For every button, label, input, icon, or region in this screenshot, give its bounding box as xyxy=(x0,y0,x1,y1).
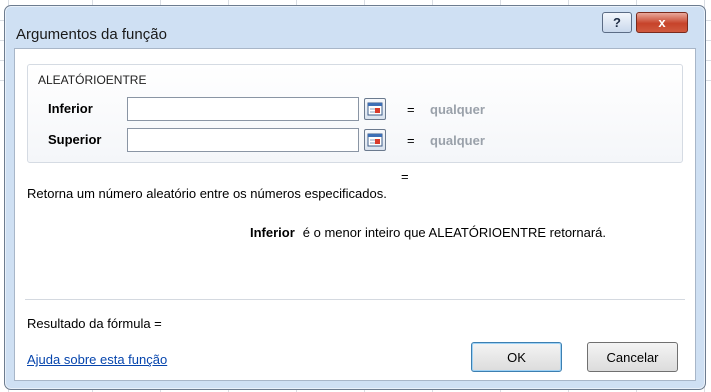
collapse-dialog-button-inferior[interactable] xyxy=(364,98,386,120)
close-icon: x xyxy=(658,15,666,30)
collapse-dialog-icon xyxy=(367,102,383,116)
collapse-dialog-button-superior[interactable] xyxy=(364,129,386,151)
function-name: ALEATÓRIOENTRE xyxy=(38,73,147,87)
dialog-content: ALEATÓRIOENTRE Inferior = qualquer Super… xyxy=(14,48,696,381)
cancel-button[interactable]: Cancelar xyxy=(587,342,678,372)
function-group-box: ALEATÓRIOENTRE Inferior = qualquer Super… xyxy=(27,64,683,163)
arg-value-superior: qualquer xyxy=(430,133,485,148)
collapse-dialog-icon xyxy=(367,133,383,147)
argument-description-name: Inferior xyxy=(250,225,295,240)
argument-description-text: é o menor inteiro que ALEATÓRIOENTRE ret… xyxy=(302,225,607,240)
question-mark-icon: ? xyxy=(613,15,621,30)
function-result-equals: = xyxy=(401,169,409,184)
arg-label-superior: Superior xyxy=(48,132,102,147)
dialog-title: Argumentos da função xyxy=(16,26,167,43)
divider xyxy=(25,299,685,300)
close-button[interactable]: x xyxy=(636,12,688,33)
arg-equals-superior: = xyxy=(407,133,415,148)
function-help-link[interactable]: Ajuda sobre esta função xyxy=(27,352,167,367)
superior-input[interactable] xyxy=(127,128,359,152)
arg-label-inferior: Inferior xyxy=(48,101,93,116)
arg-equals-inferior: = xyxy=(407,102,415,117)
function-description: Retorna um número aleatório entre os núm… xyxy=(27,186,387,201)
help-title-button[interactable]: ? xyxy=(602,12,632,33)
arg-value-inferior: qualquer xyxy=(430,102,485,117)
argument-description: Inferior é o menor inteiro que ALEATÓRIOE… xyxy=(250,225,606,240)
formula-result-label: Resultado da fórmula = xyxy=(27,316,162,331)
function-arguments-dialog: Argumentos da função ? x ALEATÓRIOENTRE … xyxy=(4,5,706,390)
inferior-input[interactable] xyxy=(127,97,359,121)
ok-button[interactable]: OK xyxy=(471,342,562,372)
